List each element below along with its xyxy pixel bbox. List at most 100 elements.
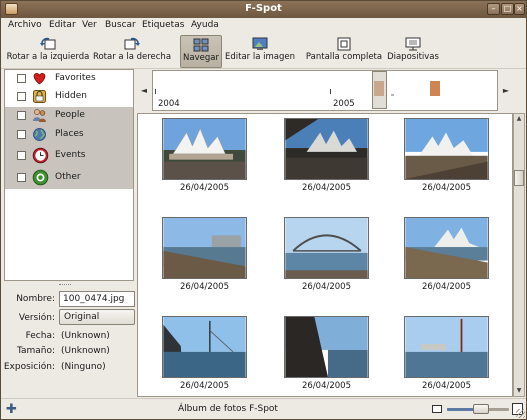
tag-row-favorites[interactable]: Favorites xyxy=(5,70,133,88)
places-checkbox[interactable] xyxy=(17,130,26,139)
menu-ayuda[interactable]: Ayuda xyxy=(191,20,219,30)
photo-thumbnail[interactable] xyxy=(404,217,489,279)
timeline-right-arrow[interactable]: ► xyxy=(499,69,513,112)
photo-date: 26/04/2005 xyxy=(180,381,229,391)
people-checkbox[interactable] xyxy=(17,111,26,120)
year-label-2004: 2004 xyxy=(158,99,180,109)
size-value: (Unknown) xyxy=(61,346,110,356)
photo-grid-scrollbar[interactable]: ▲ ▼ xyxy=(513,113,525,397)
edit-image-button[interactable]: Editar la imagen xyxy=(224,35,296,68)
name-value: 100_0474.jpg xyxy=(63,294,125,304)
favorites-checkbox[interactable] xyxy=(17,74,26,83)
zoom-slider-handle[interactable] xyxy=(473,404,490,414)
menu-editar[interactable]: Editar xyxy=(49,20,76,30)
edit-image-label: Editar la imagen xyxy=(224,52,295,62)
browse-button[interactable]: Navegar xyxy=(180,35,222,68)
other-checkbox[interactable] xyxy=(17,173,26,182)
lock-icon xyxy=(33,90,46,103)
tag-label-hidden: Hidden xyxy=(55,91,87,101)
fullscreen-label: Pantalla completa xyxy=(305,52,383,62)
rotate-left-icon xyxy=(40,37,56,50)
fullscreen-button[interactable]: Pantalla completa xyxy=(305,35,383,68)
tag-label-favorites: Favorites xyxy=(55,73,96,83)
photo-thumbnail[interactable] xyxy=(162,316,247,378)
toolbar: Rotar a la izquierda Rotar a la derecha … xyxy=(1,34,526,69)
close-button[interactable]: × xyxy=(514,3,525,15)
maximize-button[interactable]: □ xyxy=(501,3,514,15)
rotate-right-icon xyxy=(124,37,140,50)
fullscreen-icon xyxy=(337,37,351,51)
date-label: Fecha: xyxy=(25,331,55,341)
scrollbar-thumb[interactable] xyxy=(514,170,524,186)
menu-bar: Archivo Editar Ver Buscar Etiquetas Ayud… xyxy=(1,18,526,34)
timeline-selection-handle[interactable] xyxy=(372,71,387,109)
window-title: F-Spot xyxy=(245,3,282,14)
browse-icon xyxy=(193,38,209,52)
title-bar[interactable]: F-Spot – □ × xyxy=(1,1,526,18)
rotate-left-button[interactable]: Rotar a la izquierda xyxy=(5,35,91,68)
photo-thumbnail[interactable] xyxy=(404,316,489,378)
photo-thumbnail[interactable] xyxy=(284,118,369,180)
year-tick xyxy=(330,89,331,94)
people-icon xyxy=(33,109,46,122)
photo-info-panel: Nombre: 100_0474.jpg Versión: Original F… xyxy=(1,287,137,397)
photo-date: 26/04/2005 xyxy=(302,381,351,391)
slideshow-button[interactable]: Diapositivas xyxy=(385,35,441,68)
edit-image-icon xyxy=(252,37,268,50)
photo-thumbnail[interactable] xyxy=(284,316,369,378)
version-label: Versión: xyxy=(18,313,55,323)
timeline: ◄ 2004 2005 ► xyxy=(137,69,513,112)
name-label: Nombre: xyxy=(16,294,55,304)
photo-thumbnail[interactable] xyxy=(404,118,489,180)
panel-splitter-handle[interactable] xyxy=(59,284,71,286)
photo-date: 26/04/2005 xyxy=(180,282,229,292)
tag-row-places[interactable]: Places xyxy=(5,126,133,145)
clock-icon xyxy=(32,147,49,164)
tag-label-people: People xyxy=(55,110,85,120)
name-field[interactable]: 100_0474.jpg xyxy=(59,291,135,307)
events-checkbox[interactable] xyxy=(17,151,26,160)
timeline-left-arrow[interactable]: ◄ xyxy=(137,69,151,112)
slideshow-label: Diapositivas xyxy=(387,52,439,62)
tag-list: Favorites Hidden People Places Events Ot… xyxy=(4,69,134,281)
slideshow-icon xyxy=(405,37,421,51)
menu-archivo[interactable]: Archivo xyxy=(8,20,42,30)
heart-icon xyxy=(33,73,46,85)
tag-row-hidden[interactable]: Hidden xyxy=(5,88,133,106)
tag-row-other[interactable]: Other xyxy=(5,167,133,189)
version-value: Original xyxy=(64,312,100,322)
photo-date: 26/04/2005 xyxy=(422,282,471,292)
date-value: (Unknown) xyxy=(61,331,110,341)
status-bar: ✚ Álbum de fotos F-Spot xyxy=(1,398,526,419)
menu-buscar[interactable]: Buscar xyxy=(105,20,136,30)
tag-label-events: Events xyxy=(55,150,86,160)
photo-date: 26/04/2005 xyxy=(302,282,351,292)
menu-etiquetas[interactable]: Etiquetas xyxy=(142,20,184,30)
photo-thumbnail[interactable] xyxy=(162,217,247,279)
rotate-right-label: Rotar a la derecha xyxy=(92,52,172,62)
menu-ver[interactable]: Ver xyxy=(82,20,97,30)
photo-thumbnail[interactable] xyxy=(284,217,369,279)
minimize-button[interactable]: – xyxy=(487,3,500,15)
rotate-left-label: Rotar a la izquierda xyxy=(6,52,90,62)
timeline-area[interactable]: 2004 2005 xyxy=(152,70,498,111)
scroll-down-arrow-icon[interactable]: ▼ xyxy=(514,386,524,396)
photo-date: 26/04/2005 xyxy=(180,183,229,193)
tag-row-people[interactable]: People xyxy=(5,107,133,126)
rotate-right-button[interactable]: Rotar a la derecha xyxy=(92,35,172,68)
exposure-value: (Ninguno) xyxy=(61,362,106,372)
zoom-out-icon[interactable] xyxy=(432,405,442,413)
window-resize-grip[interactable] xyxy=(516,409,525,418)
tag-row-events[interactable]: Events xyxy=(5,145,133,167)
globe-icon xyxy=(33,128,46,141)
zoom-slider[interactable] xyxy=(447,404,509,414)
photo-thumbnail[interactable] xyxy=(162,118,247,180)
other-icon xyxy=(32,169,49,186)
version-select[interactable]: Original xyxy=(59,309,135,325)
scroll-up-arrow-icon[interactable]: ▲ xyxy=(514,114,524,124)
add-tag-plus-icon[interactable]: ✚ xyxy=(6,402,17,417)
year-tick xyxy=(155,89,156,94)
hidden-checkbox[interactable] xyxy=(17,92,26,101)
size-label: Tamaño: xyxy=(16,346,55,356)
photo-date: 26/04/2005 xyxy=(422,381,471,391)
